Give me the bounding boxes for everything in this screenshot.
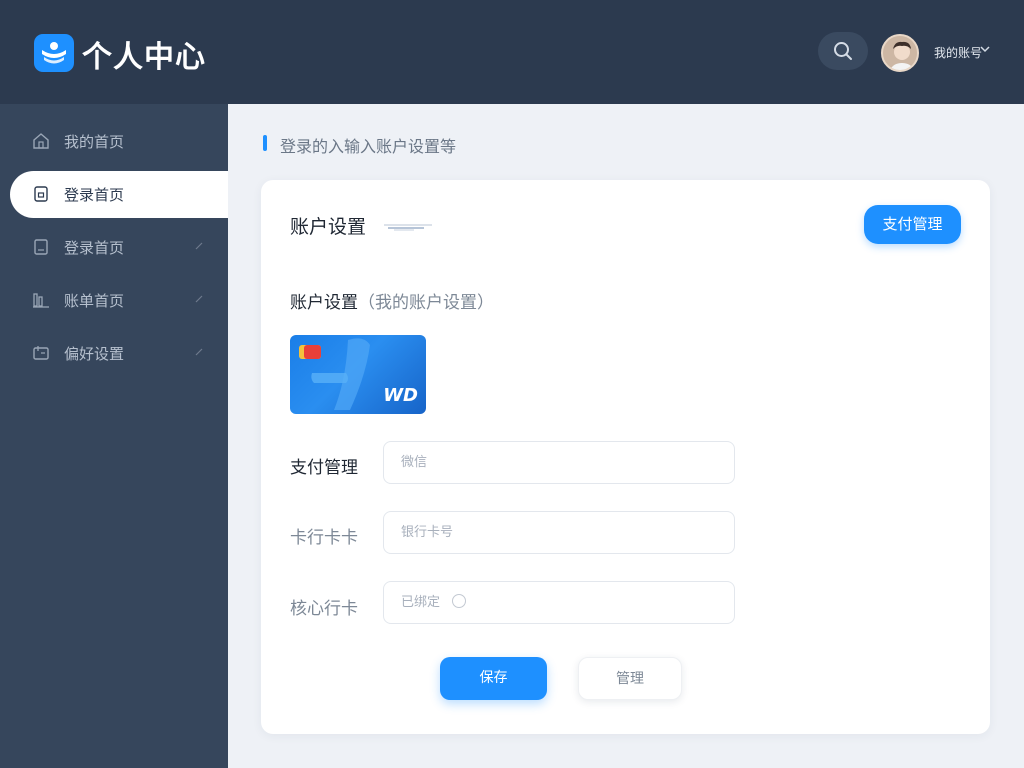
core-card-value: 已绑定 [401, 595, 441, 610]
sidebar-item-login-2[interactable]: 登录首页 [10, 224, 228, 271]
arrow-icon [195, 348, 203, 356]
top-header: 个人中心 我的账号 [0, 0, 1024, 104]
arrow-icon [195, 242, 203, 250]
sidebar-item-label: 账单首页 [64, 292, 125, 310]
breadcrumb-marker [263, 135, 267, 151]
wallet-icon [33, 346, 49, 360]
avatar[interactable] [881, 34, 919, 72]
sidebar-item-label: 偏好设置 [64, 345, 125, 363]
card-title: 账户设置 [290, 216, 367, 238]
search-icon [834, 42, 852, 60]
section-title: 账户设置（我的账户设置） [290, 288, 494, 313]
radio-icon[interactable] [452, 594, 467, 608]
payment-method-input[interactable]: 微信 [383, 441, 735, 484]
sidebar: 我的首页 登录首页 登录首页 账单首页 偏好设置 [0, 104, 228, 768]
bank-card-brand: WD [383, 385, 418, 406]
sidebar-item-label: 登录首页 [64, 239, 125, 257]
username[interactable]: 我的账号 [934, 44, 982, 61]
sidebar-item-label: 我的首页 [64, 133, 125, 151]
sidebar-item-billing[interactable]: 账单首页 [10, 277, 228, 324]
field-label-bank-card: 卡行卡卡 [290, 528, 358, 548]
account-settings-card: 账户设置 支付管理 账户设置（我的账户设置） WD 支付管理 微信 卡行卡卡 银… [261, 180, 990, 734]
manage-button[interactable]: 管理 [578, 657, 682, 700]
section-title-text: 账户设置 [290, 293, 358, 313]
field-label-payment: 支付管理 [290, 458, 358, 478]
section-subtitle: （我的账户设置） [358, 293, 494, 313]
bank-card-image[interactable]: WD [290, 335, 426, 414]
bank-card-input[interactable]: 银行卡号 [383, 511, 735, 554]
lock-icon [34, 186, 48, 202]
app-title: 个人中心 [82, 40, 206, 75]
breadcrumb[interactable]: 登录的入输入账户设置等 [280, 133, 456, 157]
sidebar-item-label: 登录首页 [64, 186, 125, 204]
chevron-down-icon[interactable] [980, 44, 990, 54]
core-card-input[interactable]: 已绑定 [383, 581, 735, 624]
sidebar-item-login[interactable]: 登录首页 [10, 171, 228, 218]
home-icon [33, 133, 49, 149]
payment-management-button[interactable]: 支付管理 [864, 205, 961, 244]
field-label-core-card: 核心行卡 [290, 599, 358, 619]
arrow-icon [195, 295, 203, 303]
title-decoration-icon [384, 224, 432, 231]
sidebar-item-preferences[interactable]: 偏好设置 [10, 330, 228, 377]
sidebar-item-home[interactable]: 我的首页 [10, 118, 228, 165]
app-logo-icon[interactable] [34, 34, 74, 72]
search-button[interactable] [818, 32, 868, 70]
document-icon [34, 239, 48, 255]
chart-icon [33, 293, 49, 308]
confirm-button[interactable]: 保存 [440, 657, 547, 700]
